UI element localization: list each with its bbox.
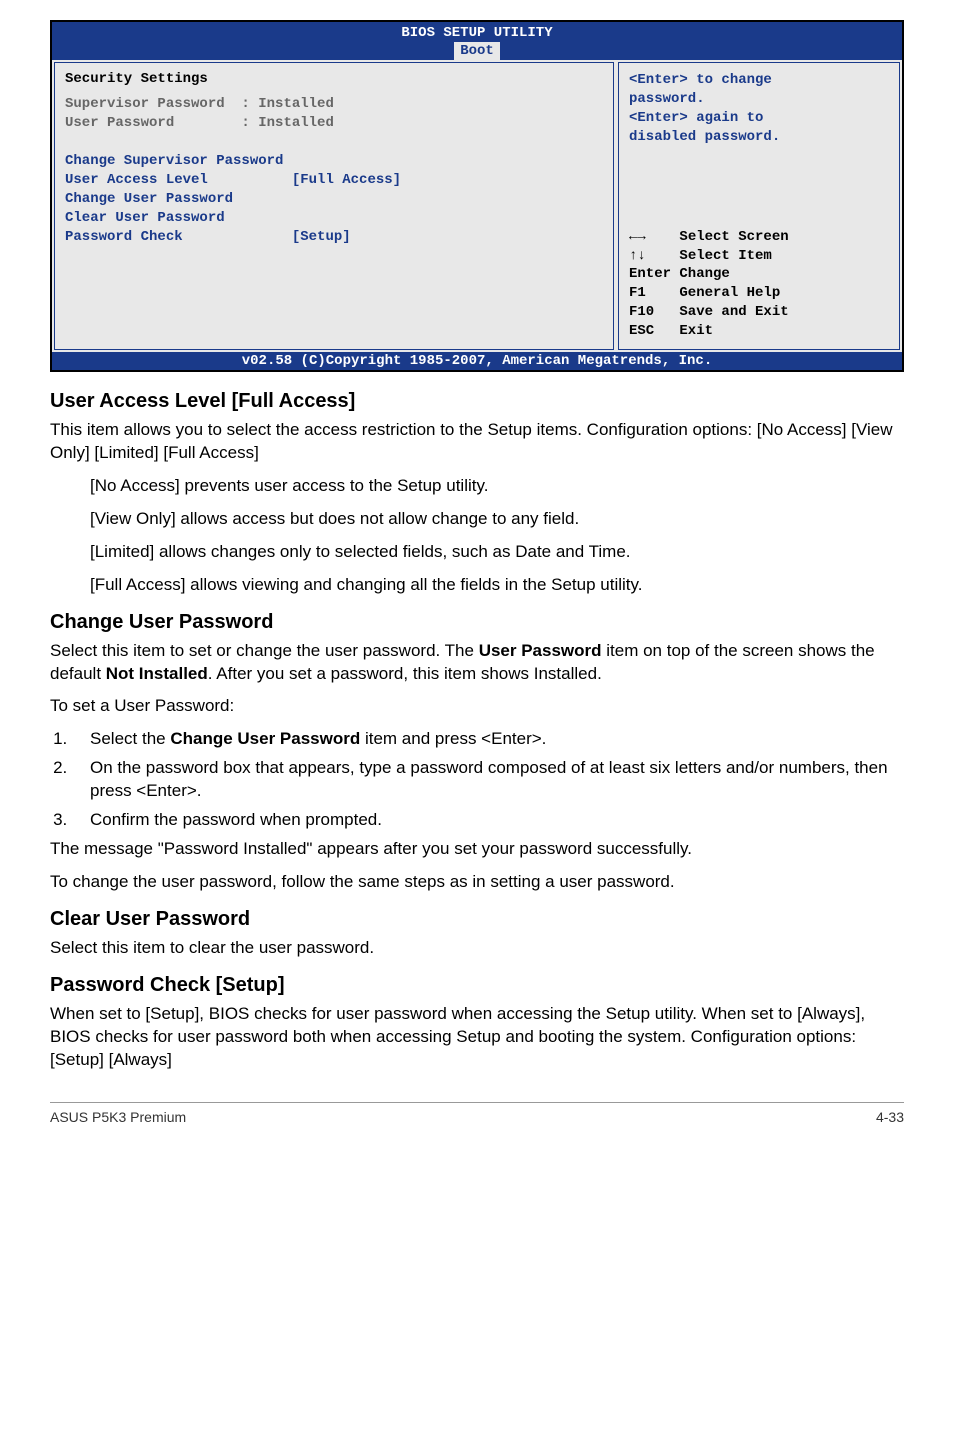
arrow-lr-icon [629, 229, 646, 245]
cup-p1e: . After you set a password, this item sh… [208, 664, 602, 683]
bios-help-l2: password. [629, 90, 889, 109]
cup-s1a: Select the [90, 729, 170, 748]
bios-screenshot: BIOS SETUP UTILITY Boot Security Setting… [50, 20, 904, 372]
footer-right: 4-33 [876, 1109, 904, 1125]
arrow-ud-icon [629, 248, 646, 264]
ual-opt-limited: [Limited] allows changes only to selecte… [90, 541, 904, 564]
cup-p1b: User Password [479, 641, 602, 660]
bios-footer: v02.58 (C)Copyright 1985-2007, American … [52, 352, 902, 370]
nav-select-screen: Select Screen [679, 229, 788, 245]
bios-header: BIOS SETUP UTILITY Boot [52, 22, 902, 60]
cup-p1a: Select this item to set or change the us… [50, 641, 479, 660]
cup-steps: Select the Change User Password item and… [50, 728, 904, 832]
bios-sup-value: Installed [258, 96, 334, 112]
nav-f1: F1 General Help [629, 284, 889, 303]
heading-change-user-password: Change User Password [50, 611, 904, 634]
nav-enter: Enter Change [629, 265, 889, 284]
bios-help-l3: <Enter> again to [629, 109, 889, 128]
page-footer: ASUS P5K3 Premium 4-33 [50, 1102, 904, 1125]
bios-help-text: <Enter> to change password. <Enter> agai… [629, 71, 889, 147]
bios-help-l4: disabled password. [629, 128, 889, 147]
bios-user-label: User Password : [65, 115, 258, 131]
bios-change-user[interactable]: Change User Password [65, 190, 603, 209]
bios-main-panel: Security Settings Supervisor Password : … [54, 62, 614, 350]
ual-desc: This item allows you to select the acces… [50, 419, 904, 465]
bios-user-value: Installed [258, 115, 334, 131]
cup-p1: Select this item to set or change the us… [50, 640, 904, 686]
cup-s1b: Change User Password [170, 729, 360, 748]
cup-step1: Select the Change User Password item and… [72, 728, 904, 751]
nav-f10: F10 Save and Exit [629, 303, 889, 322]
heading-user-access-level: User Access Level [Full Access] [50, 390, 904, 413]
bios-sup-label: Supervisor Password : [65, 96, 258, 112]
cup-step2: On the password box that appears, type a… [72, 757, 904, 803]
bios-pc-value[interactable]: [Setup] [292, 229, 351, 245]
cup-s1c: item and press <Enter>. [360, 729, 546, 748]
clup-p1: Select this item to clear the user passw… [50, 937, 904, 960]
bios-ual-label[interactable]: User Access Level [65, 172, 292, 188]
nav-esc: ESC Exit [629, 322, 889, 341]
bios-side-panel: <Enter> to change password. <Enter> agai… [618, 62, 900, 350]
heading-password-check: Password Check [Setup] [50, 974, 904, 997]
cup-p4: To change the user password, follow the … [50, 871, 904, 894]
bios-nav-keys: Select Screen Select Item Enter Change F… [629, 228, 889, 341]
heading-clear-user-password: Clear User Password [50, 908, 904, 931]
bios-ual-value[interactable]: [Full Access] [292, 172, 401, 188]
cup-p1d: Not Installed [106, 664, 208, 683]
ual-opt-noaccess: [No Access] prevents user access to the … [90, 475, 904, 498]
bios-tab-boot: Boot [454, 42, 500, 60]
bios-help-l1: <Enter> to change [629, 71, 889, 90]
pc-p1: When set to [Setup], BIOS checks for use… [50, 1003, 904, 1072]
ual-opt-fullaccess: [Full Access] allows viewing and changin… [90, 574, 904, 597]
cup-p3: The message "Password Installed" appears… [50, 838, 904, 861]
bios-clear-user[interactable]: Clear User Password [65, 209, 603, 228]
bios-pc-label[interactable]: Password Check [65, 229, 292, 245]
ual-opt-viewonly: [View Only] allows access but does not a… [90, 508, 904, 531]
cup-step3: Confirm the password when prompted. [72, 809, 904, 832]
bios-change-supervisor[interactable]: Change Supervisor Password [65, 152, 603, 171]
nav-select-item: Select Item [679, 248, 771, 264]
footer-left: ASUS P5K3 Premium [50, 1109, 186, 1125]
bios-header-title: BIOS SETUP UTILITY [52, 24, 902, 42]
bios-panel-title: Security Settings [65, 71, 603, 87]
cup-settitle: To set a User Password: [50, 695, 904, 718]
